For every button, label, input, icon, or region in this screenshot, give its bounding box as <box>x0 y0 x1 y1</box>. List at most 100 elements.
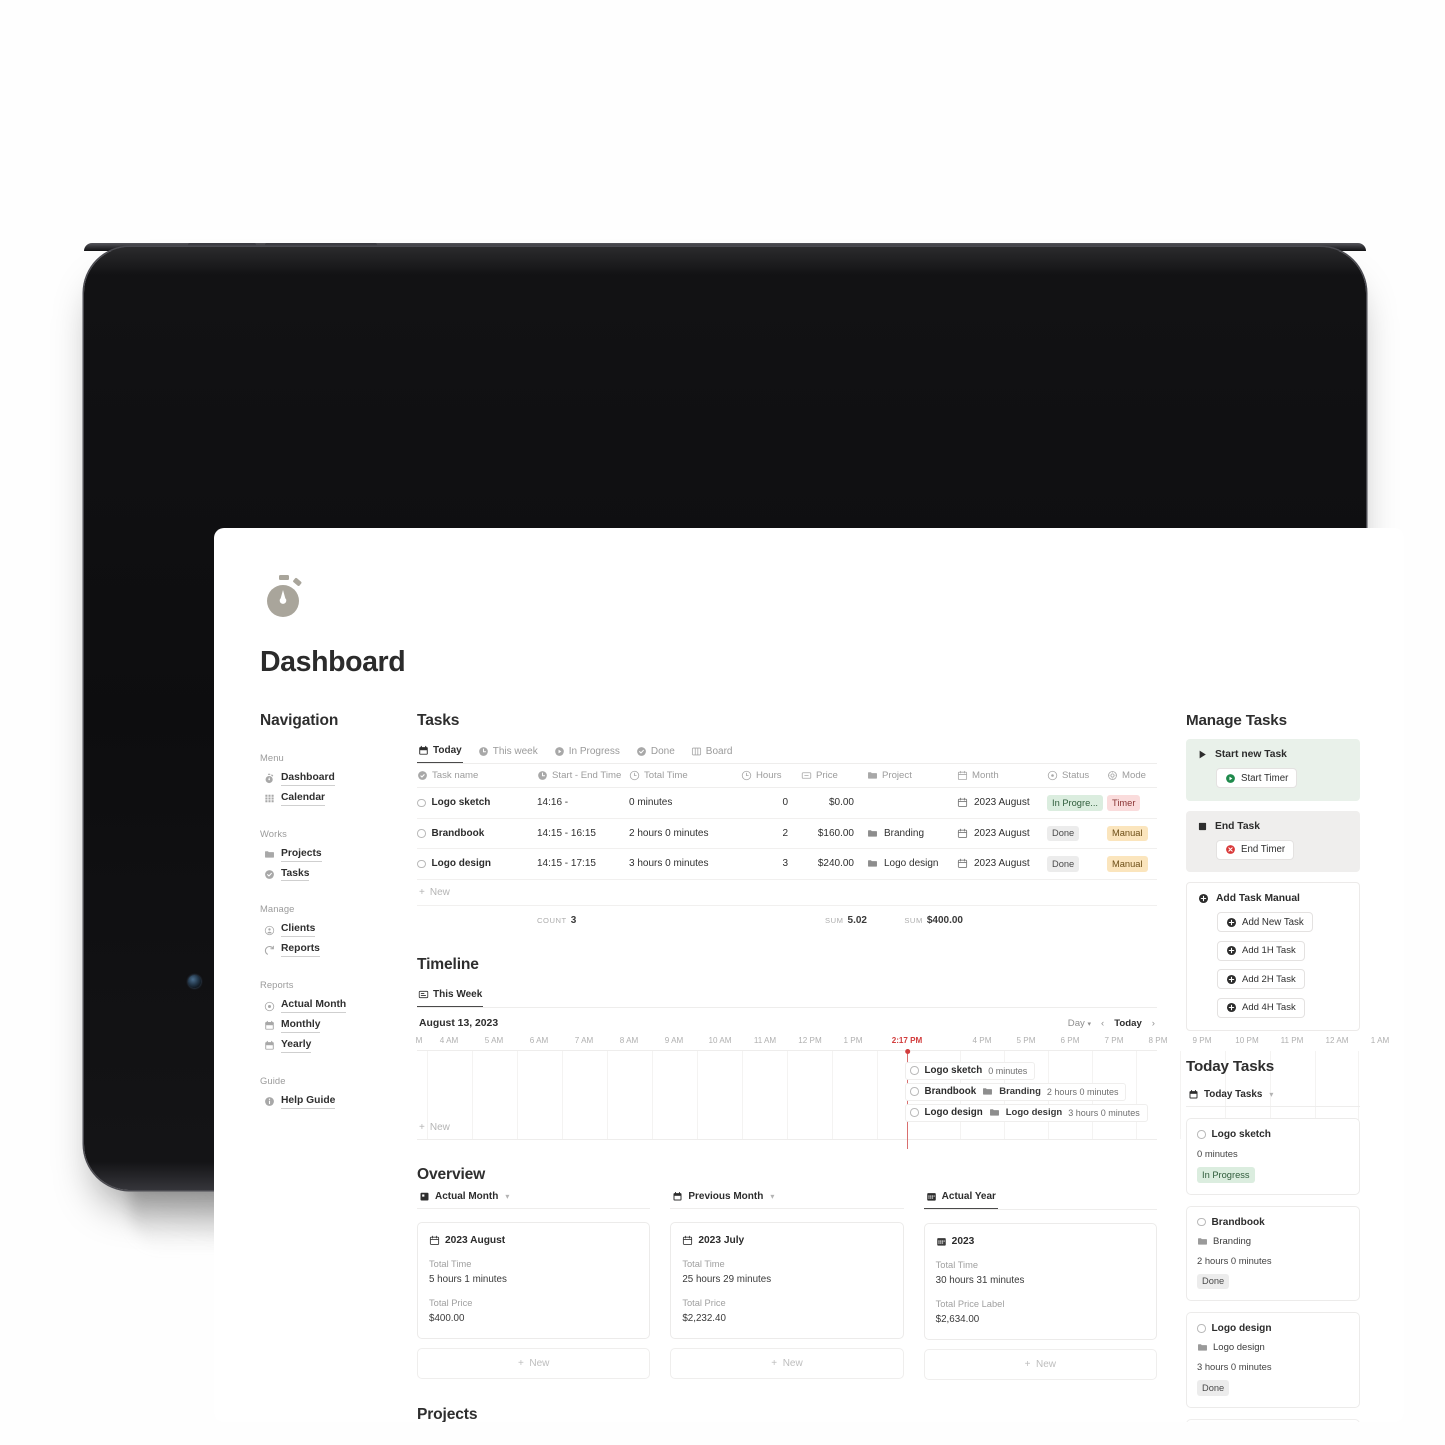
column-start-end[interactable]: Start - End Time <box>537 764 629 788</box>
overview-column-previous-month: Previous Month ▾ 2023 July Total Time 25… <box>670 1188 904 1380</box>
overview-new-button[interactable]: + New <box>670 1347 904 1379</box>
cell-project[interactable]: Logo design <box>867 848 957 880</box>
overview-new-button[interactable]: + New <box>923 1348 1157 1380</box>
tab-board[interactable]: Board <box>690 743 734 763</box>
chevron-down-icon[interactable]: ▾ <box>505 1192 509 1201</box>
column-month[interactable]: Month <box>957 764 1047 788</box>
chevron-down-icon[interactable]: ▾ <box>770 1192 774 1201</box>
add-4h-task-button[interactable]: Add 4H Task <box>1217 997 1305 1018</box>
tasks-new-row-button[interactable]: + New <box>417 880 1157 906</box>
cell-price: $240.00 <box>801 848 867 880</box>
sidebar-item-reports[interactable]: Reports <box>260 940 400 960</box>
main-content: Tasks Today This week In Progress Done B… <box>415 712 1390 1422</box>
timeline-today-button[interactable]: Today <box>1114 1018 1142 1029</box>
timeline-zoom-select[interactable]: Day ▾ <box>1068 1018 1091 1029</box>
column-total-time[interactable]: Total Time <box>629 764 741 788</box>
tab-actual-year[interactable]: Actual Year <box>923 1188 998 1209</box>
table-row[interactable]: Logo sketch 14:16 - 0 minutes 0 $0.00 20… <box>417 787 1157 819</box>
sidebar-item-help-guide[interactable]: Help Guide <box>260 1092 400 1112</box>
tab-today[interactable]: Today <box>417 742 463 763</box>
timeline-item[interactable]: Logo design Logo design 3 hours 0 minute… <box>905 1103 1148 1122</box>
tasks-heading: Tasks <box>417 712 460 729</box>
sidebar-item-monthly[interactable]: Monthly <box>260 1016 400 1036</box>
column-project[interactable]: Project <box>867 764 957 788</box>
nav-group-label: Menu <box>260 752 284 763</box>
overview-card[interactable]: 2023 August Total Time 5 hours 1 minutes… <box>417 1221 651 1339</box>
chevron-right-icon[interactable]: › <box>1152 1018 1155 1029</box>
sidebar-item-label: Help Guide <box>281 1095 336 1109</box>
calendar-icon <box>672 1191 683 1202</box>
task-checkbox[interactable] <box>910 1108 919 1117</box>
timeline-now-dot <box>905 1048 911 1054</box>
cell-task-name[interactable]: Logo design <box>417 848 537 880</box>
today-task-card[interactable]: Logo design Logo design 3 hours 0 minute… <box>1186 1312 1360 1408</box>
sidebar-item-clients[interactable]: Clients <box>260 920 400 940</box>
status-badge: In Progre... <box>1047 795 1103 811</box>
today-task-card[interactable]: Logo sketch 0 minutes In Progress <box>1186 1118 1360 1195</box>
table-row[interactable]: Logo design 14:15 - 17:15 3 hours 0 minu… <box>417 848 1157 880</box>
cell-total-time: 0 minutes <box>629 787 741 819</box>
timeline-item[interactable]: Logo sketch 0 minutes <box>905 1061 1036 1080</box>
timeline-tick: M <box>415 1035 423 1045</box>
task-checkbox[interactable] <box>417 859 426 869</box>
task-checkbox[interactable] <box>1197 1130 1206 1139</box>
chevron-left-icon[interactable]: ‹ <box>1101 1018 1104 1029</box>
column-mode[interactable]: Mode <box>1107 764 1157 788</box>
tab-today-tasks[interactable]: Today Tasks ▾ <box>1186 1086 1275 1106</box>
cell-project[interactable]: Branding <box>867 818 957 850</box>
task-checkbox[interactable] <box>417 798 426 808</box>
cell-status: In Progre... <box>1047 787 1107 819</box>
timeline-body[interactable]: Logo sketch 0 minutes Brandbook Branding… <box>417 1048 1359 1149</box>
task-checkbox[interactable] <box>910 1087 919 1096</box>
sidebar-item-projects[interactable]: Projects <box>260 845 400 865</box>
overview-new-button[interactable]: + New <box>417 1347 651 1379</box>
folder-icon <box>982 1086 993 1097</box>
task-name-label: Logo design <box>431 858 491 870</box>
mode-badge: Timer <box>1107 795 1141 811</box>
column-hours[interactable]: Hours <box>741 764 801 788</box>
end-timer-button[interactable]: End Timer <box>1216 839 1295 860</box>
column-status[interactable]: Status <box>1047 764 1107 788</box>
task-checkbox[interactable] <box>417 829 426 838</box>
add-1h-task-button[interactable]: Add 1H Task <box>1217 940 1305 961</box>
overview-card[interactable]: 2023 July Total Time 25 hours 29 minutes… <box>670 1221 904 1339</box>
timeline-nav: Day ▾ ‹ Today › <box>1068 1018 1155 1029</box>
sidebar-item-dashboard[interactable]: Dashboard <box>260 769 400 789</box>
cell-task-name[interactable]: Brandbook <box>417 818 537 850</box>
column-task-name[interactable]: Task name <box>417 764 537 788</box>
add-new-task-button[interactable]: Add New Task <box>1217 912 1313 932</box>
today-task-card[interactable]: Brandbook Branding 2 hours 0 minutes Don… <box>1186 1205 1360 1302</box>
overview-card[interactable]: 2023 Total Time 30 hours 31 minutes Tota… <box>923 1222 1157 1340</box>
tab-done[interactable]: Done <box>635 743 676 763</box>
cell-hours: 3 <box>741 848 801 880</box>
add-2h-task-button[interactable]: Add 2H Task <box>1217 969 1305 989</box>
overview-tabrow: Actual Year <box>923 1188 1157 1210</box>
calendar-icon <box>957 797 968 808</box>
timeline-ruler: M 4 AM 5 AM 6 AM 7 AM 8 AM 9 AM 10 AM 11… <box>415 1035 1389 1051</box>
plus-circle-icon <box>1226 1002 1237 1013</box>
task-name-label: Brandbook <box>431 827 485 839</box>
column-price[interactable]: Price <box>801 764 867 788</box>
start-timer-button[interactable]: Start Timer <box>1216 768 1298 788</box>
refresh-icon <box>264 945 275 956</box>
today-task-name: Logo sketch <box>1197 1129 1349 1140</box>
chevron-down-icon[interactable]: ▾ <box>1269 1090 1273 1099</box>
timeline-new-button[interactable]: + New <box>419 1122 450 1133</box>
tab-previous-month[interactable]: Previous Month ▾ <box>670 1188 776 1208</box>
table-row[interactable]: Brandbook 14:15 - 16:15 2 hours 0 minute… <box>417 818 1157 850</box>
sidebar-item-calendar[interactable]: Calendar <box>260 789 400 809</box>
tab-actual-month[interactable]: Actual Month ▾ <box>417 1188 511 1208</box>
sidebar-item-tasks[interactable]: Tasks <box>260 865 400 885</box>
task-checkbox[interactable] <box>910 1066 919 1075</box>
check-circle-icon <box>417 770 428 781</box>
sidebar-item-actual-month[interactable]: Actual Month <box>260 996 400 1016</box>
today-tasks-new-button[interactable]: + New <box>1186 1418 1360 1422</box>
timeline-item[interactable]: Brandbook Branding 2 hours 0 minutes <box>905 1082 1127 1101</box>
tab-in-progress[interactable]: In Progress <box>553 743 621 763</box>
task-checkbox[interactable] <box>1197 1217 1206 1227</box>
tab-this-week[interactable]: This Week <box>417 986 484 1007</box>
sidebar-item-yearly[interactable]: Yearly <box>260 1036 400 1056</box>
tab-this-week[interactable]: This week <box>477 743 539 763</box>
task-checkbox[interactable] <box>1197 1324 1206 1333</box>
cell-task-name[interactable]: Logo sketch <box>417 787 537 819</box>
